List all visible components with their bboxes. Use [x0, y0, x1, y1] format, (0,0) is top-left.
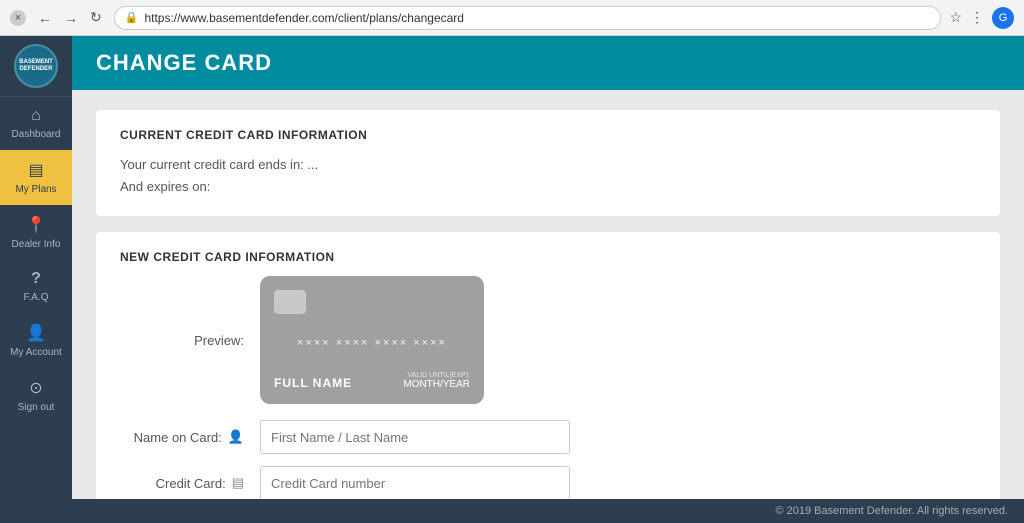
app-layout: BASEMENT DEFENDER ⌂ Dashboard ▤ My Plans… — [0, 36, 1024, 523]
footer-bar: © 2019 Basement Defender. All rights res… — [72, 499, 1024, 523]
preview-row: Preview: ×××× ×××× ×××× ×××× FULL NAME V… — [120, 276, 976, 404]
card-expiry-label: Valid Until(EXP): — [403, 372, 470, 379]
browser-chrome: × ← → ↻ 🔒 https://www.basementdefender.c… — [0, 0, 1024, 36]
browser-actions: ☆ ⋮ G — [949, 7, 1014, 29]
page-title: CHANGE CARD — [96, 50, 272, 75]
credit-card-row: Credit Card: ▤ — [120, 466, 976, 499]
dealer-info-icon: 📍 — [26, 215, 46, 235]
footer-text: © 2019 Basement Defender. All rights res… — [775, 505, 1008, 517]
sidebar-item-dealer-info-label: Dealer Info — [12, 239, 61, 250]
sidebar-item-my-plans-label: My Plans — [15, 184, 56, 195]
browser-window-controls: × — [10, 10, 26, 26]
current-card-text: Your current credit card ends in: ... An… — [120, 154, 976, 198]
logo-text: BASEMENT DEFENDER — [19, 59, 53, 72]
forward-button[interactable]: → — [60, 8, 82, 28]
my-plans-icon: ▤ — [28, 160, 43, 180]
card-bottom: FULL NAME Valid Until(EXP): MONTH/YEAR — [274, 372, 470, 390]
credit-card-preview: ×××× ×××× ×××× ×××× FULL NAME Valid Unti… — [260, 276, 484, 404]
dashboard-icon: ⌂ — [31, 107, 41, 125]
logo-area: BASEMENT DEFENDER — [0, 36, 72, 97]
sidebar-item-faq-label: F.A.Q — [23, 292, 48, 303]
sidebar-item-my-account[interactable]: 👤 My Account — [0, 313, 72, 368]
sidebar-item-faq[interactable]: ? F.A.Q — [0, 260, 72, 313]
current-card-card: CURRENT CREDIT CARD INFORMATION Your cur… — [96, 110, 1000, 216]
current-card-title: CURRENT CREDIT CARD INFORMATION — [120, 128, 976, 142]
back-button[interactable]: ← — [34, 8, 56, 28]
sidebar-item-dashboard[interactable]: ⌂ Dashboard — [0, 97, 72, 150]
sidebar-item-my-account-label: My Account — [10, 347, 62, 358]
menu-button[interactable]: ⋮ — [970, 9, 984, 26]
sign-out-icon: ⊙ — [29, 378, 42, 398]
window-close-btn[interactable]: × — [10, 10, 26, 26]
address-bar[interactable]: 🔒 https://www.basementdefender.com/clien… — [114, 6, 942, 30]
person-icon: 👤 — [228, 429, 244, 445]
preview-label: Preview: — [120, 333, 260, 348]
sidebar-item-dashboard-label: Dashboard — [12, 129, 61, 140]
sidebar: BASEMENT DEFENDER ⌂ Dashboard ▤ My Plans… — [0, 36, 72, 523]
name-on-card-row: Name on Card: 👤 — [120, 420, 976, 454]
logo-badge: BASEMENT DEFENDER — [14, 44, 58, 88]
browser-nav: ← → ↻ — [34, 7, 106, 28]
page-header: CHANGE CARD — [72, 36, 1024, 90]
reload-button[interactable]: ↻ — [86, 7, 106, 28]
name-on-card-input[interactable] — [260, 420, 570, 454]
current-card-line2: And expires on: — [120, 176, 976, 198]
sidebar-item-sign-out-label: Sign out — [18, 402, 55, 413]
my-account-icon: 👤 — [26, 323, 46, 343]
user-avatar-button[interactable]: G — [992, 7, 1014, 29]
card-icon: ▤ — [232, 475, 244, 491]
faq-icon: ? — [31, 270, 41, 288]
content-area: CURRENT CREDIT CARD INFORMATION Your cur… — [72, 90, 1024, 499]
credit-card-label: Credit Card: ▤ — [120, 475, 260, 491]
card-full-name: FULL NAME — [274, 376, 352, 390]
current-card-line1: Your current credit card ends in: ... — [120, 154, 976, 176]
main-area: CHANGE CARD CURRENT CREDIT CARD INFORMAT… — [72, 36, 1024, 523]
lock-icon: 🔒 — [125, 11, 139, 24]
card-number-dots: ×××× ×××× ×××× ×××× — [274, 337, 470, 349]
card-expiry-value: MONTH/YEAR — [403, 379, 470, 390]
sidebar-item-dealer-info[interactable]: 📍 Dealer Info — [0, 205, 72, 260]
star-button[interactable]: ☆ — [949, 9, 962, 26]
sidebar-item-my-plans[interactable]: ▤ My Plans — [0, 150, 72, 205]
new-card-title: NEW CREDIT CARD INFORMATION — [120, 250, 976, 264]
card-expiry: Valid Until(EXP): MONTH/YEAR — [403, 372, 470, 390]
card-chip — [274, 290, 306, 314]
sidebar-item-sign-out[interactable]: ⊙ Sign out — [0, 368, 72, 423]
new-card-card: NEW CREDIT CARD INFORMATION Preview: ×××… — [96, 232, 1000, 499]
credit-card-input[interactable] — [260, 466, 570, 499]
url-text: https://www.basementdefender.com/client/… — [144, 11, 464, 25]
name-on-card-label: Name on Card: 👤 — [120, 429, 260, 445]
